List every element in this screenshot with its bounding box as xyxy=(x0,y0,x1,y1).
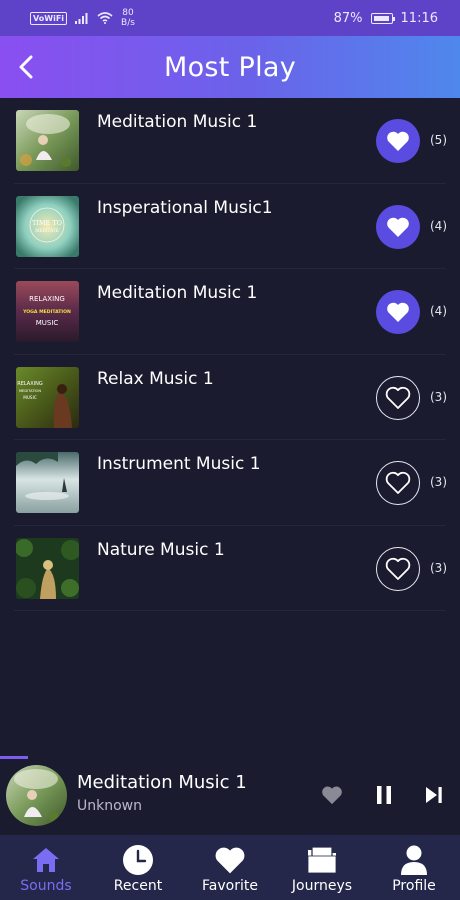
album-thumbnail xyxy=(16,452,79,513)
now-playing-title: Meditation Music 1 xyxy=(77,772,247,793)
net-speed: 80 B/s xyxy=(121,8,135,28)
like-button[interactable] xyxy=(376,119,420,163)
home-icon xyxy=(31,844,61,876)
like-button[interactable] xyxy=(376,290,420,334)
like-count: (5) xyxy=(430,133,447,147)
pause-icon xyxy=(377,786,391,804)
battery-icon xyxy=(370,12,395,24)
status-left: VoWiFi 80 B/s xyxy=(30,8,135,28)
album-thumbnail xyxy=(16,110,79,171)
song-title: Instrument Music 1 xyxy=(97,454,261,474)
clock-time: 11:16 xyxy=(400,10,438,26)
like-count: (3) xyxy=(430,560,447,575)
signal-icon xyxy=(75,12,88,24)
album-thumbnail xyxy=(16,537,79,599)
chevron-left-icon xyxy=(19,55,33,79)
net-speed-unit: B/s xyxy=(121,18,135,28)
thumb-text: MUSIC xyxy=(36,319,59,327)
tab-label: Recent xyxy=(113,878,163,894)
song-row[interactable]: Meditation Music 1 (5) xyxy=(14,98,447,184)
mini-player[interactable]: Meditation Music 1 Unknown xyxy=(0,759,460,835)
thumb-text: YOGA MEDITATION xyxy=(22,309,71,315)
like-count: (4) xyxy=(430,304,447,318)
heart-outline-icon xyxy=(385,471,411,494)
heart-outline-icon xyxy=(385,557,411,580)
thumb-text: MUSIC xyxy=(23,395,37,400)
tab-sounds[interactable]: Sounds xyxy=(0,835,92,900)
like-count: (4) xyxy=(430,218,447,233)
song-title: Insperational Music1 xyxy=(97,197,273,218)
tab-label: Journeys xyxy=(291,878,353,894)
clock-icon xyxy=(122,844,154,876)
thumb-text: RELAXING xyxy=(29,295,65,303)
pause-button[interactable] xyxy=(372,783,396,807)
song-title: Relax Music 1 xyxy=(97,368,214,389)
status-bar: VoWiFi 80 B/s 87% 11:16 xyxy=(0,0,460,36)
song-row[interactable]: Instrument Music 1 (3) xyxy=(14,440,447,526)
tab-journeys[interactable]: Journeys xyxy=(276,835,368,900)
bottom-tab-bar: Sounds Recent Favorite Journeys Profile xyxy=(0,835,460,900)
tab-recent[interactable]: Recent xyxy=(92,835,184,900)
header-bar: Most Play xyxy=(0,36,460,98)
thumb-text: TIME TO xyxy=(32,219,62,227)
tab-favorite[interactable]: Favorite xyxy=(184,835,276,900)
tab-label: Sounds xyxy=(20,878,72,894)
folder-icon xyxy=(306,844,338,876)
thumb-text: RELAXING xyxy=(17,381,43,387)
back-button[interactable] xyxy=(8,49,44,85)
like-button[interactable] xyxy=(376,461,420,505)
now-playing-artwork xyxy=(6,765,67,826)
tab-label: Profile xyxy=(392,878,436,894)
heart-icon xyxy=(322,786,342,805)
heart-outline-icon xyxy=(385,386,411,409)
net-speed-value: 80 xyxy=(122,8,134,18)
status-right: 87% 11:16 xyxy=(334,11,438,26)
thumb-text: MEDITATE xyxy=(35,228,59,233)
album-thumbnail: TIME TO MEDITATE xyxy=(16,195,79,257)
vowifi-badge: VoWiFi xyxy=(30,11,68,25)
heart-filled-icon xyxy=(387,302,409,322)
song-row[interactable]: Nature Music 1 (3) xyxy=(14,526,447,611)
like-count: (3) xyxy=(430,389,447,404)
heart-icon xyxy=(214,844,246,876)
now-playing-artist: Unknown xyxy=(77,798,142,814)
thumb-text: MEDITATION xyxy=(19,389,41,393)
skip-next-icon xyxy=(426,787,442,803)
song-title: Nature Music 1 xyxy=(97,539,225,560)
tab-label: Favorite xyxy=(202,878,258,894)
like-count: (3) xyxy=(430,475,447,489)
album-thumbnail: RELAXING MEDITATION MUSIC xyxy=(16,366,79,428)
heart-filled-icon xyxy=(387,131,409,151)
tab-profile[interactable]: Profile xyxy=(368,835,460,900)
like-button[interactable] xyxy=(376,546,420,591)
song-list: Meditation Music 1 (5) TIME TO MEDITATE … xyxy=(0,98,460,611)
mini-like-button[interactable] xyxy=(320,783,344,807)
wifi-icon xyxy=(97,12,113,24)
heart-filled-icon xyxy=(387,217,409,237)
song-row[interactable]: RELAXING YOGA MEDITATION MUSIC Meditatio… xyxy=(14,269,447,355)
like-button[interactable] xyxy=(376,204,420,249)
song-title: Meditation Music 1 xyxy=(97,283,258,303)
next-button[interactable] xyxy=(422,783,446,807)
song-row[interactable]: RELAXING MEDITATION MUSIC Relax Music 1 … xyxy=(14,355,447,440)
album-thumbnail: RELAXING YOGA MEDITATION MUSIC xyxy=(16,281,79,342)
battery-percent: 87% xyxy=(333,10,363,26)
song-row[interactable]: TIME TO MEDITATE Insperational Music1 (4… xyxy=(14,184,447,269)
song-title: Meditation Music 1 xyxy=(97,112,258,132)
like-button[interactable] xyxy=(376,375,420,420)
page-title: Most Play xyxy=(163,51,297,83)
person-icon xyxy=(400,844,428,876)
